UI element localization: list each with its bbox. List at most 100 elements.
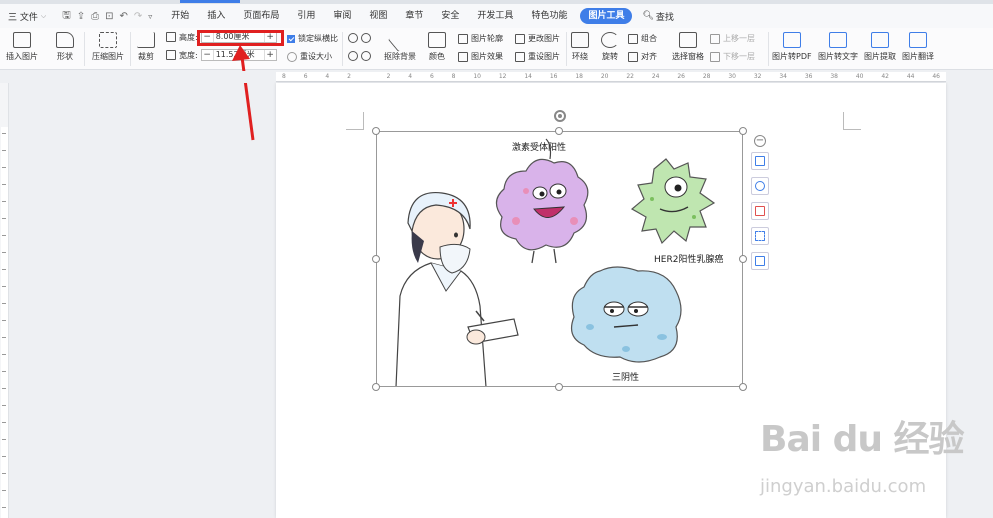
ruler-number: 8 (282, 73, 286, 80)
send-backward-button[interactable]: 下移一层 (710, 51, 755, 62)
label-hormone-positive: 激素受体阳性 (512, 143, 567, 153)
redo-icon[interactable]: ↷ (134, 11, 142, 22)
tab-section[interactable]: 章节 (396, 4, 432, 28)
group-label: 组合 (641, 34, 657, 43)
find-button[interactable]: 🔍︎ 查找 (636, 10, 679, 23)
ruler-number: 2 (386, 73, 391, 80)
picture-tools-side-button[interactable] (751, 227, 769, 245)
picture-outline-button[interactable]: 图片轮廓 (458, 33, 503, 44)
zoom-button[interactable] (751, 177, 769, 195)
ruler-tick (2, 456, 6, 457)
picture-effect-button[interactable]: 图片效果 (458, 51, 503, 62)
rotate-quick-buttons[interactable] (348, 33, 371, 43)
effect-icon (458, 51, 468, 62)
reset-picture-button[interactable]: 重设图片 (515, 51, 560, 62)
ruler-number: 30 (728, 73, 736, 80)
color-button[interactable]: 颜色 (428, 32, 446, 62)
resize-handle-b[interactable] (555, 383, 563, 391)
compress-button[interactable]: 压缩图片 (92, 32, 124, 62)
insert-picture-label: 插入图片 (6, 52, 38, 61)
tab-review[interactable]: 审阅 (324, 4, 360, 28)
collapse-icon[interactable]: − (754, 135, 766, 147)
quick-access-toolbar: 🖫 ⇪ ⎙ ⊡ ↶ ↷ ▿ (52, 8, 162, 25)
ruler-tick (2, 371, 6, 372)
tab-page-layout[interactable]: 页面布局 (234, 4, 288, 28)
wrap-button[interactable]: 环绕 (571, 32, 589, 62)
tab-references[interactable]: 引用 (288, 4, 324, 28)
ruler-number: 38 (830, 73, 838, 80)
flip-quick-buttons[interactable] (348, 51, 371, 61)
crop-icon (137, 32, 155, 48)
picture-to-text-button[interactable]: 图片转文字 (818, 32, 858, 62)
watermark: Bai du 经验 (760, 419, 965, 460)
crop-icon (755, 206, 765, 216)
resize-handle-r[interactable] (739, 255, 747, 263)
to-text-label: 图片转文字 (818, 52, 858, 61)
save-icon[interactable]: 🖫 (62, 8, 71, 25)
height-icon (166, 32, 176, 42)
wrap-label: 环绕 (572, 52, 588, 61)
align-label: 对齐 (641, 52, 657, 61)
print-preview-icon[interactable]: ⊡ (105, 11, 113, 22)
rotate-handle-icon[interactable] (554, 110, 566, 122)
ruler-tick (2, 337, 6, 338)
align-button[interactable]: 对齐 (628, 51, 657, 62)
tab-insert[interactable]: 插入 (198, 4, 234, 28)
resize-handle-tr[interactable] (739, 127, 747, 135)
resize-handle-l[interactable] (372, 255, 380, 263)
picture-extract-button[interactable]: 图片提取 (864, 32, 896, 62)
layout-options-button[interactable] (751, 152, 769, 170)
bring-forward-button[interactable]: 上移一层 (710, 33, 755, 44)
remove-background-button[interactable]: 抠除背景 (384, 28, 416, 62)
ruler-tick (2, 252, 6, 253)
layout-icon (755, 156, 765, 166)
group-button[interactable]: 组合 (628, 33, 657, 44)
copy-side-button[interactable] (751, 252, 769, 270)
tab-home[interactable]: 开始 (162, 4, 198, 28)
crop-button[interactable]: 裁剪 (137, 32, 155, 62)
file-menu[interactable]: 三 文件 ⌵ (0, 10, 52, 23)
outline-label: 图片轮廓 (471, 34, 503, 43)
tab-developer[interactable]: 开发工具 (468, 4, 522, 28)
change-picture-button[interactable]: 更改图片 (515, 33, 560, 44)
insert-picture-button[interactable]: 插入图片 (6, 32, 38, 62)
ruler-tick (2, 201, 6, 202)
rotate-button[interactable]: 旋转 (601, 32, 619, 62)
tab-security[interactable]: 安全 (432, 4, 468, 28)
ruler-tick (2, 133, 6, 134)
tab-special[interactable]: 特色功能 (522, 4, 576, 28)
tab-picture-tools[interactable]: 图片工具 (580, 8, 633, 24)
crop-side-button[interactable] (751, 202, 769, 220)
reset-size-button[interactable]: 重设大小 (287, 51, 332, 62)
resize-handle-br[interactable] (739, 383, 747, 391)
tab-view[interactable]: 视图 (360, 4, 396, 28)
vertical-ruler[interactable] (0, 83, 9, 518)
selection-pane-label: 选择窗格 (672, 52, 704, 61)
rotate-left-icon (348, 33, 358, 43)
red-arrow-icon (232, 45, 255, 141)
export-icon[interactable]: ⇪ (77, 11, 85, 22)
shape-button[interactable]: 形状 (56, 32, 74, 62)
translate-icon (909, 32, 927, 48)
reset-picture-icon (515, 51, 525, 62)
width-increase-button[interactable]: + (265, 50, 276, 60)
horizontal-ruler[interactable]: 8 6 4 2 2 4 6 8 10 12 14 16 18 20 22 24 26 28 30 32 34 36 38 40… (0, 71, 993, 83)
picture-to-pdf-button[interactable]: 图片转PDF (772, 32, 812, 62)
resize-handle-tl[interactable] (372, 127, 380, 135)
selection-pane-button[interactable]: 选择窗格 (672, 32, 704, 62)
resize-handle-t[interactable] (555, 127, 563, 135)
width-control: 宽度: − 11.52厘米 + (166, 49, 277, 61)
print-icon[interactable]: ⎙ (91, 11, 99, 22)
picture-translate-button[interactable]: 图片翻译 (902, 32, 934, 62)
ruler-number: 26 (677, 73, 685, 80)
wrap-icon (571, 32, 589, 48)
copy-icon (755, 256, 765, 266)
ruler-number: 14 (524, 73, 532, 80)
to-pdf-label: 图片转PDF (772, 52, 812, 61)
undo-icon[interactable]: ↶ (120, 11, 128, 22)
group-icon (628, 33, 638, 44)
customize-icon[interactable]: ▿ (148, 12, 152, 21)
lock-ratio-checkbox[interactable]: 锁定纵横比 (287, 33, 338, 44)
resize-handle-bl[interactable] (372, 383, 380, 391)
width-decrease-button[interactable]: − (202, 50, 213, 60)
